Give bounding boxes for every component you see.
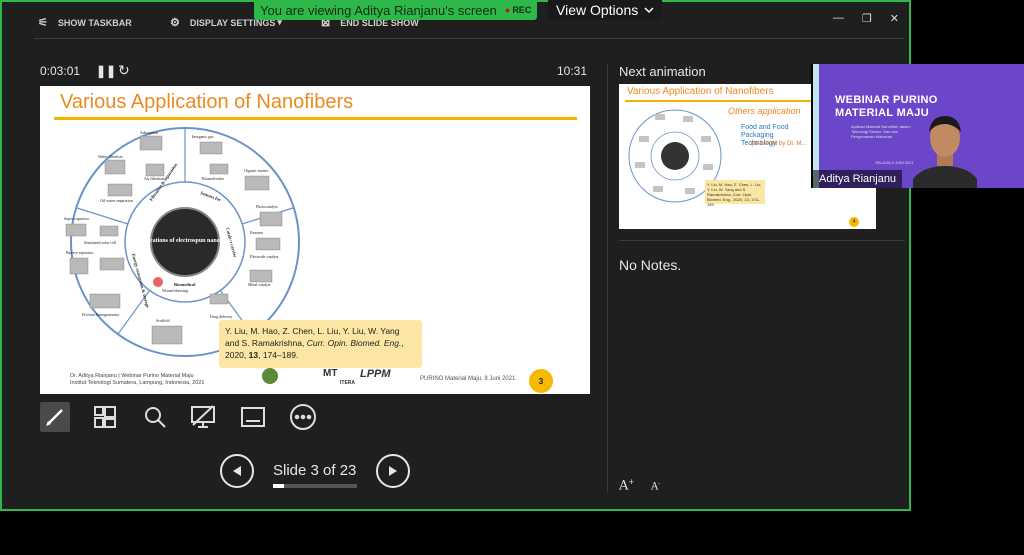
slide-footer-author: Dr. Aditya Rianjanu | Webinar Purino Mat…	[70, 373, 204, 387]
app-label: Friction Nanogenerator	[82, 312, 120, 317]
decrease-font-icon[interactable]: A-	[651, 480, 660, 492]
next-slide-delivered: (delivered by Dr. M...	[751, 141, 807, 147]
slide-progress-bar	[273, 484, 357, 488]
elapsed-timer: 0:03:01	[40, 64, 81, 78]
app-label: Enzyme	[250, 230, 263, 235]
close-icon[interactable]: ✕	[890, 12, 899, 25]
footer-line: Dr. Aditya Rianjanu | Webinar Purino Mat…	[70, 373, 194, 379]
app-label: Water filtration	[98, 154, 122, 159]
zoom-button[interactable]	[140, 402, 170, 432]
recording-badge: REC	[505, 5, 531, 15]
screen-off-icon	[191, 405, 215, 428]
mt-logo: MT	[323, 368, 338, 379]
share-banner-text: You are viewing Aditya Rianjanu's screen	[260, 2, 497, 18]
black-screen-button[interactable]	[188, 402, 218, 432]
ref-pages: , 174–189.	[258, 350, 299, 360]
app-label: Organic matter	[244, 168, 269, 173]
slide-title: Various Application of Nanofibers	[60, 91, 354, 113]
lppm-logo: LPPM	[360, 368, 391, 380]
itera-logo: ITERA	[340, 380, 355, 386]
app-label: Inorganic gas	[192, 134, 214, 139]
show-taskbar-label: SHOW TASKBAR	[57, 17, 132, 28]
speaker-notes: No Notes.	[619, 257, 682, 273]
next-slide-number-badge: 4	[849, 217, 859, 227]
next-slide-subtitle: Others application	[728, 106, 801, 116]
next-slide-title: Various Application of Nanofibers	[627, 86, 774, 97]
view-options-label: View Options	[556, 2, 639, 18]
app-label: Biomolecules	[202, 176, 224, 181]
chevron-down-icon	[644, 7, 654, 14]
triangle-left-icon	[233, 466, 241, 476]
magnifier-icon	[145, 407, 166, 428]
previous-slide-button[interactable]	[220, 454, 254, 488]
slide-counter[interactable]: Slide 3 of 23	[273, 462, 356, 479]
participant-name-tag: Aditya Rianjanu	[813, 170, 903, 188]
webinar-date: SELASA 8 JUNI 2021	[875, 160, 914, 165]
webinar-title-line: WEBINAR PURINO	[835, 94, 938, 106]
center-label: Applications of electrospun nanofibers	[136, 238, 235, 244]
display-settings-icon: ⚙	[170, 17, 180, 29]
app-label: Sensitized solar cell	[84, 240, 117, 245]
ref-volume: 13	[248, 350, 259, 360]
ref-journal: Curr. Opin. Biomed. Eng.	[306, 338, 402, 348]
subtitles-icon	[241, 407, 265, 427]
title-underline	[54, 117, 577, 120]
slide-footer-event: PURINO Material Maju, 8 Juni 2021	[420, 376, 516, 382]
app-label: Adsorption	[140, 130, 158, 135]
screen-share-banner: You are viewing Aditya Rianjanu's screen…	[254, 0, 538, 20]
restart-timer-icon[interactable]: ↻	[118, 62, 130, 79]
notes-divider	[619, 240, 905, 241]
pane-divider	[607, 64, 608, 492]
triangle-right-icon	[389, 466, 397, 476]
webinar-subtitle: Aplikasi Material Nanofiber dalam Teknol…	[851, 124, 911, 139]
app-label: Battery separator	[66, 250, 94, 255]
pen-icon	[46, 409, 63, 426]
see-all-slides-button[interactable]	[90, 402, 120, 432]
more-icon	[290, 404, 316, 430]
participant-video[interactable]: WEBINAR PURINO MATERIAL MAJU Aplikasi Ma…	[811, 64, 1024, 188]
next-animation-label: Next animation	[619, 64, 706, 79]
app-label: Scaffold	[156, 318, 169, 323]
show-taskbar-button[interactable]: ⚟ SHOW TASKBAR	[38, 16, 132, 29]
app-label: Wound dressing	[162, 288, 188, 293]
pause-icon[interactable]: ❚❚	[96, 64, 116, 78]
ref-year: 2020,	[225, 350, 249, 360]
slide-number-badge: 3	[529, 369, 553, 393]
increase-font-icon[interactable]: A+	[619, 478, 634, 493]
more-options-button[interactable]	[288, 402, 318, 432]
ref-authors-cont: and S. Ramakrishna,	[225, 338, 307, 348]
app-label: Photocatalyst	[256, 204, 278, 209]
view-options-button[interactable]: View Options	[548, 0, 663, 20]
next-slide-reference: Y. Liu, M. Hao, Z. Chen, L. Liu, Y. Liu,…	[705, 180, 765, 207]
minimize-icon[interactable]: —	[833, 12, 844, 25]
laser-pointer	[153, 277, 163, 287]
window-controls: — ❐ ✕	[833, 12, 899, 25]
ref-authors: Y. Liu, M. Hao, Z. Chen, L. Liu, Y. Liu,…	[225, 326, 400, 336]
app-label: Metal catalyst	[248, 282, 271, 287]
current-slide: Various Application of Nanofibers Adsorp…	[40, 86, 590, 394]
slide-progress-fill	[273, 484, 284, 488]
presenter-tools	[40, 402, 330, 436]
institution-logo	[262, 368, 312, 388]
app-label: Oil-water separation	[100, 198, 133, 203]
category-label: Biomedical	[174, 282, 196, 287]
pen-tool-button[interactable]	[40, 402, 70, 432]
toolbar-divider	[34, 38, 904, 39]
app-label: Super capacitor	[64, 216, 90, 221]
restore-icon[interactable]: ❐	[862, 12, 872, 25]
subtitles-button[interactable]	[238, 402, 268, 432]
taskbar-icon: ⚟	[38, 17, 48, 29]
reference-box: Y. Liu, M. Hao, Z. Chen, L. Liu, Y. Liu,…	[219, 320, 422, 368]
next-slide-button[interactable]	[376, 454, 410, 488]
footer-line: Institut Teknologi Sumatera, Lampung, In…	[70, 380, 205, 386]
app-label: Electrode catalyst	[250, 254, 279, 259]
app-label: Drug delivery	[210, 314, 232, 319]
presenter-avatar	[913, 116, 977, 188]
current-time: 10:31	[557, 64, 588, 78]
grid-icon	[94, 406, 116, 428]
